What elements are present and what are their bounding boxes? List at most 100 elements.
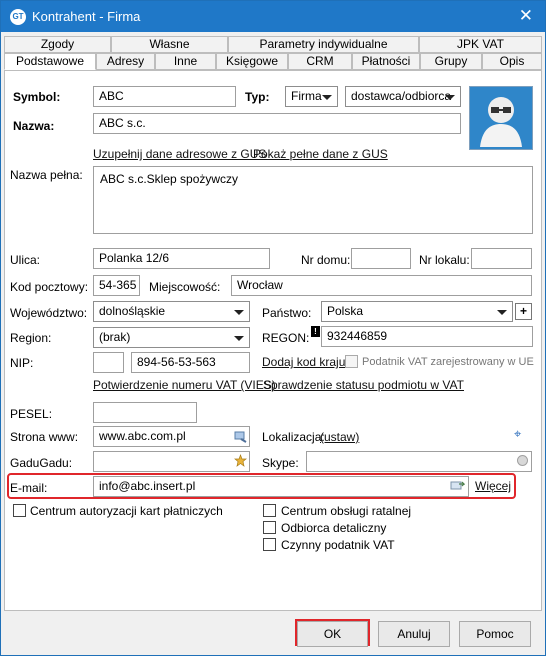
map-pin-icon[interactable]: ⌖ [514,426,521,442]
house-number-input[interactable] [351,248,411,269]
region-value: (brak) [99,330,131,344]
symbol-input[interactable]: ABC [93,86,236,107]
add-country-button[interactable]: + [515,303,532,320]
region-label: Region: [10,331,52,345]
vies-confirmation-link[interactable]: Potwierdzenie numeru VAT (VIES) [93,378,276,392]
user-avatar-icon [470,87,532,149]
province-label: Województwo: [10,306,88,320]
add-country-code-link[interactable]: Dodaj kod kraju [262,355,345,369]
ok-button[interactable]: OK [297,621,368,647]
name-label: Nazwa: [13,119,55,133]
skype-icon[interactable] [516,454,529,467]
tab-crm[interactable]: CRM [288,53,352,70]
website-label: Strona www: [10,430,79,444]
chevron-down-icon [234,336,244,341]
card-authorization-checkbox[interactable] [13,504,26,517]
postal-code-input[interactable]: 54-365 [93,275,140,296]
tab-individual-parameters[interactable]: Parametry indywidualne [228,36,419,53]
tab-basic[interactable]: Podstawowe [4,53,96,70]
card-authorization-label: Centrum autoryzacji kart płatniczych [30,504,223,518]
more-email-link[interactable]: Więcej [475,479,511,493]
installment-center-checkbox[interactable] [263,504,276,517]
warning-icon: ! [311,326,320,337]
skype-label: Skype: [262,456,299,470]
type-select[interactable]: Firma [285,86,338,107]
email-value: info@abc.insert.pl [99,479,196,493]
type-label: Typ: [245,90,270,104]
chevron-down-icon [445,95,455,100]
help-button[interactable]: Pomoc [459,621,531,647]
vat-ue-checkbox[interactable] [345,355,358,368]
gadugadu-input[interactable] [93,451,250,472]
region-select[interactable]: (brak) [93,327,250,348]
tab-payments[interactable]: Płatności [352,53,420,70]
title-bar: GT Kontrahent - Firma ✕ [1,1,545,32]
tab-accounting[interactable]: Księgowe [216,53,288,70]
tab-addresses[interactable]: Adresy [96,53,155,70]
app-icon: GT [10,9,26,25]
province-select[interactable]: dolnośląskie [93,301,250,322]
email-label: E-mail: [10,481,48,495]
window-title: Kontrahent - Firma [32,9,141,24]
location-label: Lokalizacja: [262,430,325,444]
active-vat-label: Czynny podatnik VAT [281,538,395,552]
nip-label: NIP: [10,356,34,370]
website-value: www.abc.com.pl [99,429,186,443]
retail-receiver-label: Odbiorca detaliczny [281,521,387,535]
street-input[interactable]: Polanka 12/6 [93,248,270,269]
email-input[interactable]: info@abc.insert.pl [93,476,469,497]
installment-center-label: Centrum obsługi ratalnej [281,504,412,518]
house-number-label: Nr domu: [301,253,351,267]
chevron-down-icon [234,310,244,315]
country-label: Państwo: [262,306,312,320]
postal-code-label: Kod pocztowy: [10,280,89,294]
tab-wlasne[interactable]: Własne [111,36,228,53]
website-input[interactable]: www.abc.com.pl [93,426,250,447]
apartment-number-input[interactable] [471,248,532,269]
retail-receiver-checkbox[interactable] [263,521,276,534]
street-label: Ulica: [10,253,41,267]
chevron-down-icon [322,95,332,100]
chevron-down-icon [497,310,507,315]
gadugadu-star-icon[interactable] [234,454,247,467]
cancel-button[interactable]: Anuluj [378,621,450,647]
country-select[interactable]: Polska [321,301,513,322]
skype-input[interactable] [306,451,532,472]
country-value: Polska [327,304,364,318]
city-label: Miejscowość: [149,280,221,294]
gus-full-data-link[interactable]: Pokaż pełne dane z GUS [253,147,388,161]
send-email-icon[interactable] [450,479,466,492]
full-name-textarea[interactable]: ABC s.c.Sklep spożywczy [93,166,533,234]
basic-tab-panel: Symbol: ABC Typ: Firma dostawca/odbiorca… [4,70,542,611]
contractor-dialog: GT Kontrahent - Firma ✕ Zgody Własne Par… [0,0,546,656]
pesel-input[interactable] [93,402,197,423]
nip-input[interactable]: 894-56-53-563 [131,352,250,373]
avatar[interactable] [469,86,533,150]
role-select[interactable]: dostawca/odbiorca [345,86,461,107]
regon-input[interactable]: 932446859 [321,326,533,347]
open-website-icon[interactable] [234,430,247,443]
symbol-label: Symbol: [13,90,61,104]
name-input[interactable]: ABC s.c. [93,113,461,134]
set-location-link[interactable]: (ustaw) [320,430,359,444]
gadugadu-label: GaduGadu: [10,456,73,470]
vat-ue-label: Podatnik VAT zarejestrowany w UE [362,356,534,368]
tab-zgody[interactable]: Zgody [4,36,111,53]
type-value: Firma [291,89,322,103]
nip-country-input[interactable] [93,352,124,373]
regon-label: REGON: [262,331,310,345]
tab-groups[interactable]: Grupy [420,53,482,70]
apartment-number-label: Nr lokalu: [419,253,470,267]
role-value: dostawca/odbiorca [351,89,452,103]
province-value: dolnośląskie [99,304,166,318]
pesel-label: PESEL: [10,407,53,421]
tab-jpk-vat[interactable]: JPK VAT [419,36,542,53]
active-vat-checkbox[interactable] [263,538,276,551]
tab-other[interactable]: Inne [155,53,216,70]
tab-description[interactable]: Opis [482,53,542,70]
city-input[interactable]: Wrocław [231,275,532,296]
close-icon[interactable]: ✕ [519,6,533,26]
full-name-label: Nazwa pełna: [10,168,83,182]
gus-fill-link[interactable]: Uzupełnij dane adresowe z GUS [93,147,266,161]
vat-status-check-link[interactable]: Sprawdzenie statusu podmiotu w VAT [263,378,464,392]
